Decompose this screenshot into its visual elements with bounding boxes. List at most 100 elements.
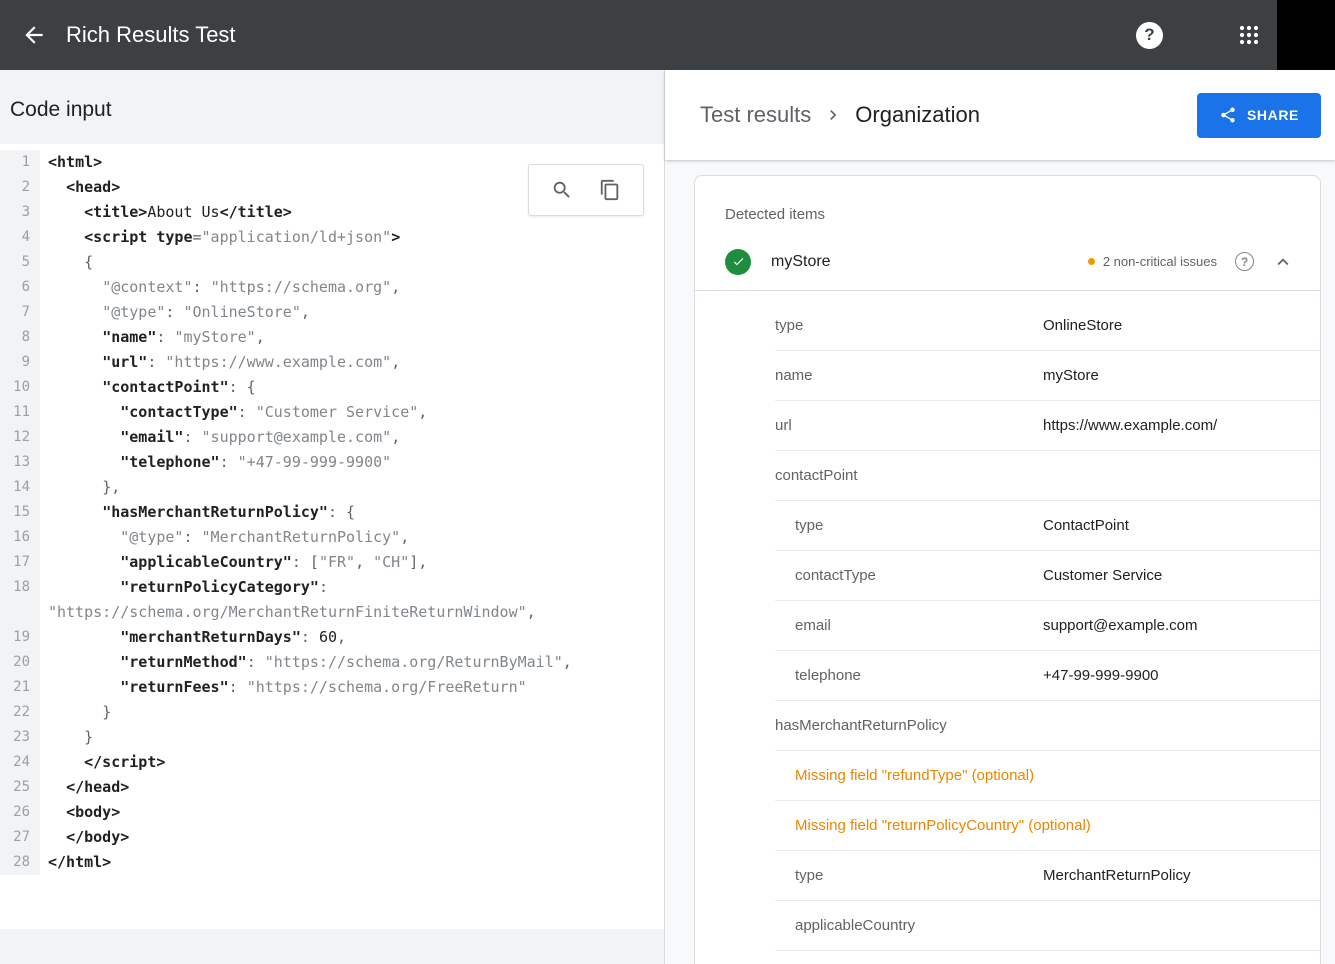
help-outline-icon[interactable]: ?: [1235, 252, 1254, 271]
table-row: type ContactPoint: [775, 501, 1320, 551]
page-title: Rich Results Test: [66, 22, 236, 48]
code-line: 14 },: [0, 475, 664, 500]
row-label: contactPoint: [775, 467, 1043, 484]
code-line: 28</html>: [0, 850, 664, 875]
code-line: 10 "contactPoint": {: [0, 375, 664, 400]
row-label: contactType: [775, 567, 1043, 584]
apps-grid-icon[interactable]: [1237, 23, 1261, 47]
table-row: type OnlineStore: [775, 301, 1320, 351]
table-row: email support@example.com: [775, 601, 1320, 651]
results-panel: Test results Organization SHARE Detected…: [665, 70, 1335, 964]
row-value: https://www.example.com/: [1043, 417, 1320, 434]
line-number: 25: [0, 775, 40, 800]
line-number: 20: [0, 650, 40, 675]
line-number: 10: [0, 375, 40, 400]
back-button[interactable]: [14, 15, 54, 55]
detected-rows: type OnlineStore name myStore url https:…: [775, 291, 1320, 951]
code-panel-title: Code input: [10, 98, 654, 122]
line-number: 24: [0, 750, 40, 775]
code-line: 19 "merchantReturnDays": 60,: [0, 625, 664, 650]
line-number: 17: [0, 550, 40, 575]
search-icon[interactable]: [547, 175, 577, 205]
row-label: type: [775, 517, 1043, 534]
share-button-label: SHARE: [1247, 107, 1299, 123]
table-row: hasMerchantReturnPolicy: [775, 701, 1320, 751]
share-button[interactable]: SHARE: [1197, 93, 1321, 138]
table-row: applicableCountry: [775, 901, 1320, 951]
table-row: Missing field "returnPolicyCountry" (opt…: [775, 801, 1320, 851]
row-label: email: [775, 617, 1043, 634]
copy-icon[interactable]: [595, 175, 625, 205]
line-number: 7: [0, 300, 40, 325]
chevron-up-icon[interactable]: [1272, 251, 1294, 273]
row-label: type: [775, 317, 1043, 334]
arrow-left-icon: [21, 22, 47, 48]
row-label: hasMerchantReturnPolicy: [775, 717, 1043, 734]
code-line: 27 </body>: [0, 825, 664, 850]
issues-badge: 2 non-critical issues: [1088, 254, 1217, 269]
line-number: 27: [0, 825, 40, 850]
code-line: 18 "returnPolicyCategory": "https://sche…: [0, 575, 664, 625]
editor-toolbar: [528, 164, 644, 216]
line-number: 26: [0, 800, 40, 825]
row-label: Missing field "refundType" (optional): [775, 767, 1320, 784]
row-value: support@example.com: [1043, 617, 1320, 634]
table-row: contactType Customer Service: [775, 551, 1320, 601]
code-line: 23 }: [0, 725, 664, 750]
warning-dot-icon: [1088, 258, 1095, 265]
detected-items-card: Detected items myStore 2 non-critical is…: [694, 175, 1321, 964]
results-header: Test results Organization SHARE: [665, 70, 1335, 160]
line-number: 8: [0, 325, 40, 350]
line-number: 16: [0, 525, 40, 550]
code-line: 9 "url": "https://www.example.com",: [0, 350, 664, 375]
check-circle-icon: [725, 249, 751, 275]
row-label: telephone: [775, 667, 1043, 684]
line-number: 14: [0, 475, 40, 500]
row-label: type: [775, 867, 1043, 884]
profile-avatar[interactable]: [1277, 0, 1335, 70]
code-line: 7 "@type": "OnlineStore",: [0, 300, 664, 325]
line-number: 28: [0, 850, 40, 875]
code-line: 13 "telephone": "+47-99-999-9900": [0, 450, 664, 475]
code-line: 12 "email": "support@example.com",: [0, 425, 664, 450]
code-input-panel: Code input 1<html>2 <head>3 <title>About…: [0, 70, 665, 964]
help-icon[interactable]: ?: [1136, 22, 1163, 49]
row-value: MerchantReturnPolicy: [1043, 867, 1320, 884]
app-header: Rich Results Test ?: [0, 0, 1335, 70]
line-number: 12: [0, 425, 40, 450]
code-line: 5 {: [0, 250, 664, 275]
table-row: url https://www.example.com/: [775, 401, 1320, 451]
breadcrumb-current-page: Organization: [855, 102, 980, 128]
line-number: 2: [0, 175, 40, 200]
breadcrumb-test-results[interactable]: Test results: [700, 102, 811, 128]
row-label: Missing field "returnPolicyCountry" (opt…: [775, 817, 1320, 834]
code-line: 8 "name": "myStore",: [0, 325, 664, 350]
line-number: 6: [0, 275, 40, 300]
line-number: 4: [0, 225, 40, 250]
issues-text: 2 non-critical issues: [1103, 254, 1217, 269]
line-number: 1: [0, 150, 40, 175]
line-number: 3: [0, 200, 40, 225]
line-number: 19: [0, 625, 40, 650]
line-number: 23: [0, 725, 40, 750]
table-row: contactPoint: [775, 451, 1320, 501]
line-number: 9: [0, 350, 40, 375]
code-line: 11 "contactType": "Customer Service",: [0, 400, 664, 425]
code-line: 26 <body>: [0, 800, 664, 825]
row-label: applicableCountry: [775, 917, 1043, 934]
row-value: ContactPoint: [1043, 517, 1320, 534]
code-line: 6 "@context": "https://schema.org",: [0, 275, 664, 300]
detected-item-header[interactable]: myStore 2 non-critical issues ?: [695, 233, 1320, 291]
code-line: 4 <script type="application/ld+json">: [0, 225, 664, 250]
code-line: 25 </head>: [0, 775, 664, 800]
results-body: Detected items myStore 2 non-critical is…: [665, 160, 1335, 964]
detected-items-label: Detected items: [695, 176, 1320, 233]
code-line: 21 "returnFees": "https://schema.org/Fre…: [0, 675, 664, 700]
code-line: 17 "applicableCountry": ["FR", "CH"],: [0, 550, 664, 575]
row-value: +47-99-999-9900: [1043, 667, 1320, 684]
row-label: name: [775, 367, 1043, 384]
row-value: myStore: [1043, 367, 1320, 384]
line-number: 13: [0, 450, 40, 475]
code-line: 24 </script>: [0, 750, 664, 775]
code-editor[interactable]: 1<html>2 <head>3 <title>About Us</title>…: [0, 144, 664, 929]
